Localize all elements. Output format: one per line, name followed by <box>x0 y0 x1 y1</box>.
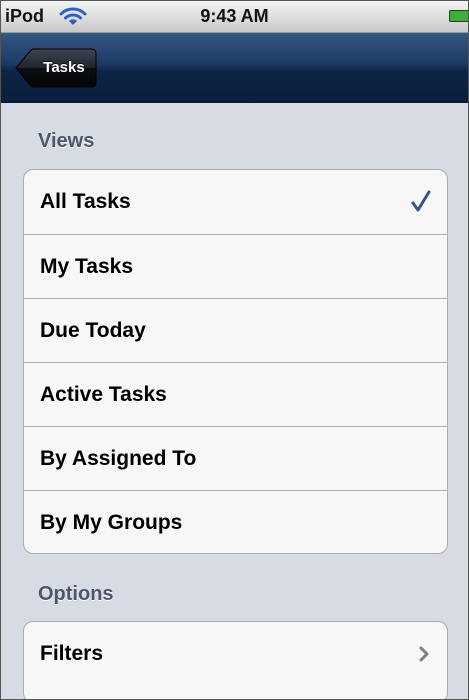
list-item-label: By My Groups <box>40 511 183 534</box>
list-item-label: Filters <box>40 642 104 665</box>
options-list: Filters <box>23 621 448 699</box>
back-button[interactable]: Tasks <box>15 48 97 88</box>
chevron-right-icon <box>419 646 429 662</box>
list-item-due-today[interactable]: Due Today <box>24 298 447 362</box>
status-bar: iPod 9:43 AM <box>1 1 468 33</box>
list-item-my-tasks[interactable]: My Tasks <box>24 234 447 298</box>
list-item-label: Active Tasks <box>40 383 167 406</box>
checkmark-icon <box>411 190 431 212</box>
status-time: 9:43 AM <box>200 6 269 26</box>
views-list: All Tasks My Tasks Due Today Active Task… <box>23 169 448 554</box>
list-item-label: Due Today <box>40 319 146 342</box>
list-item-label: My Tasks <box>40 255 133 278</box>
app-frame: iPod 9:43 AM Tasks Views All Tasks My Ta… <box>0 0 469 700</box>
list-item-label: All Tasks <box>40 190 131 213</box>
list-item-by-my-groups[interactable]: By My Groups <box>24 490 447 553</box>
list-item-filters[interactable]: Filters <box>24 622 447 686</box>
list-item-by-assigned-to[interactable]: By Assigned To <box>24 426 447 490</box>
section-header-views: Views <box>38 130 95 152</box>
settings-content: Views All Tasks My Tasks Due Today Activ… <box>1 103 468 699</box>
list-item-all-tasks[interactable]: All Tasks <box>24 170 447 234</box>
section-header-options: Options <box>38 583 114 605</box>
back-button-label: Tasks <box>43 59 85 76</box>
list-item-active-tasks[interactable]: Active Tasks <box>24 362 447 426</box>
battery-icon <box>449 10 468 22</box>
list-item-label: By Assigned To <box>40 447 197 470</box>
navigation-bar: Tasks <box>1 33 468 103</box>
